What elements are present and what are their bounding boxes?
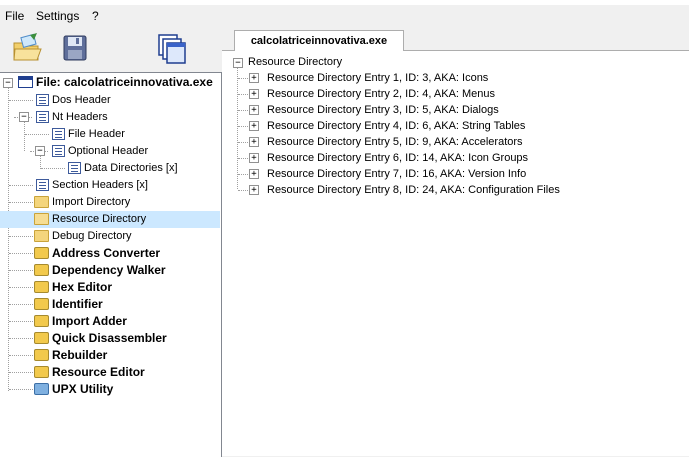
tree-item-import-directory[interactable]: Import Directory — [0, 194, 220, 211]
menu-settings[interactable]: Settings — [36, 9, 79, 23]
tree-tool-address-converter[interactable]: Address Converter — [0, 245, 220, 262]
tree-tool-resource-editor[interactable]: Resource Editor — [0, 364, 220, 381]
tree-tool-import-adder[interactable]: Import Adder — [0, 313, 220, 330]
tree-item-dos-header[interactable]: Dos Header — [0, 92, 220, 109]
tree-item-label: Rebuilder — [52, 348, 108, 362]
tree-root-file[interactable]: File: calcolatriceinnovativa.exe — [0, 74, 220, 91]
tree-item-nt-headers[interactable]: Nt Headers — [0, 109, 220, 126]
header-doc-icon — [52, 145, 65, 157]
tool-icon — [34, 332, 49, 344]
tree-tool-identifier[interactable]: Identifier — [0, 296, 220, 313]
entry-expander-icon[interactable]: + — [249, 105, 259, 115]
tool-icon — [34, 315, 49, 327]
resource-entry-4[interactable]: Resource Directory Entry 4, ID: 6, AKA: … — [267, 118, 525, 134]
tree-tool-rebuilder[interactable]: Rebuilder — [0, 347, 220, 364]
header-doc-icon — [52, 128, 65, 140]
tree-item-optional-header[interactable]: Optional Header — [0, 143, 220, 160]
header-doc-icon — [36, 179, 49, 191]
resource-entry-6[interactable]: Resource Directory Entry 6, ID: 14, AKA:… — [267, 150, 528, 166]
exe-window-icon — [18, 76, 33, 88]
resource-entry-8[interactable]: Resource Directory Entry 8, ID: 24, AKA:… — [267, 182, 560, 198]
tab-strip: calcolatriceinnovativa.exe — [222, 26, 689, 52]
open-file-icon[interactable] — [10, 31, 44, 65]
tree-item-label: Import Directory — [52, 196, 131, 208]
resource-root-expander-icon[interactable]: − — [233, 58, 243, 68]
header-doc-icon — [36, 111, 49, 123]
entry-expander-icon[interactable]: + — [249, 169, 259, 179]
tab-file[interactable]: calcolatriceinnovativa.exe — [234, 30, 404, 52]
resource-entry-7[interactable]: Resource Directory Entry 7, ID: 16, AKA:… — [267, 166, 526, 182]
toolbar — [0, 26, 222, 74]
menu-bar: File Settings ? — [0, 6, 689, 26]
tree-item-file-header[interactable]: File Header — [0, 126, 220, 143]
tree-item-label: Optional Header — [68, 145, 149, 157]
pe-tree-panel[interactable]: − File: calcolatriceinnovativa.exe Dos H… — [0, 72, 222, 457]
tool-icon — [34, 247, 49, 259]
resource-entry-5[interactable]: Resource Directory Entry 5, ID: 9, AKA: … — [267, 134, 523, 150]
save-disk-icon[interactable] — [58, 31, 92, 65]
tree-item-label: Data Directories [x] — [84, 162, 178, 174]
header-doc-icon — [68, 162, 81, 174]
folder-icon — [34, 196, 49, 208]
tool-icon — [34, 349, 49, 361]
tool-icon — [34, 281, 49, 293]
resource-root[interactable]: Resource Directory — [248, 54, 342, 70]
header-doc-icon — [36, 94, 49, 106]
entry-expander-icon[interactable]: + — [249, 73, 259, 83]
tree-item-label: Dos Header — [52, 94, 111, 106]
tree-item-section-headers[interactable]: Section Headers [x] — [0, 177, 220, 194]
menu-help[interactable]: ? — [92, 9, 99, 23]
entry-expander-icon[interactable]: + — [249, 89, 259, 99]
tree-item-label: Dependency Walker — [52, 263, 166, 277]
tree-item-label: Quick Disassembler — [52, 331, 167, 345]
tree-item-label: Section Headers [x] — [52, 179, 148, 191]
folder-open-icon — [34, 213, 49, 225]
resource-tree-panel[interactable]: − Resource Directory + Resource Director… — [222, 51, 689, 456]
tree-item-label: Address Converter — [52, 246, 161, 260]
entry-expander-icon[interactable]: + — [249, 153, 259, 163]
resource-entry-3[interactable]: Resource Directory Entry 3, ID: 5, AKA: … — [267, 102, 499, 118]
entry-expander-icon[interactable]: + — [249, 185, 259, 195]
tree-item-data-directories[interactable]: Data Directories [x] — [0, 160, 220, 177]
tree-tool-hex-editor[interactable]: Hex Editor — [0, 279, 220, 296]
folder-icon — [34, 230, 49, 242]
tool-icon — [34, 264, 49, 276]
tree-item-label: Hex Editor — [52, 280, 113, 294]
resource-entry-1[interactable]: Resource Directory Entry 1, ID: 3, AKA: … — [267, 70, 488, 86]
tree-item-debug-directory[interactable]: Debug Directory — [0, 228, 220, 245]
entry-expander-icon[interactable]: + — [249, 121, 259, 131]
tree-item-label: File Header — [68, 128, 125, 140]
tool-icon — [34, 366, 49, 378]
tree-tool-upx-utility[interactable]: UPX Utility — [0, 381, 220, 398]
tool-icon — [34, 383, 49, 395]
tree-item-label: Resource Editor — [52, 365, 145, 379]
menu-file[interactable]: File — [5, 9, 24, 23]
tree-item-label: Identifier — [52, 297, 103, 311]
window-top-strip — [0, 0, 689, 5]
entry-expander-icon[interactable]: + — [249, 137, 259, 147]
tree-tool-quick-disassembler[interactable]: Quick Disassembler — [0, 330, 220, 347]
resource-entry-2[interactable]: Resource Directory Entry 2, ID: 4, AKA: … — [267, 86, 495, 102]
tree-item-label: Nt Headers — [52, 111, 108, 123]
tree-item-label: Import Adder — [52, 314, 127, 328]
windows-icon[interactable] — [155, 31, 189, 65]
tree-tool-dependency-walker[interactable]: Dependency Walker — [0, 262, 220, 279]
tree-root-label: File: calcolatriceinnovativa.exe — [36, 75, 213, 89]
tree-item-label: Debug Directory — [52, 230, 132, 242]
tree-item-label: Resource Directory — [52, 213, 147, 225]
tool-icon — [34, 298, 49, 310]
tree-item-label: UPX Utility — [52, 382, 114, 396]
tree-item-resource-directory[interactable]: Resource Directory — [0, 211, 220, 228]
